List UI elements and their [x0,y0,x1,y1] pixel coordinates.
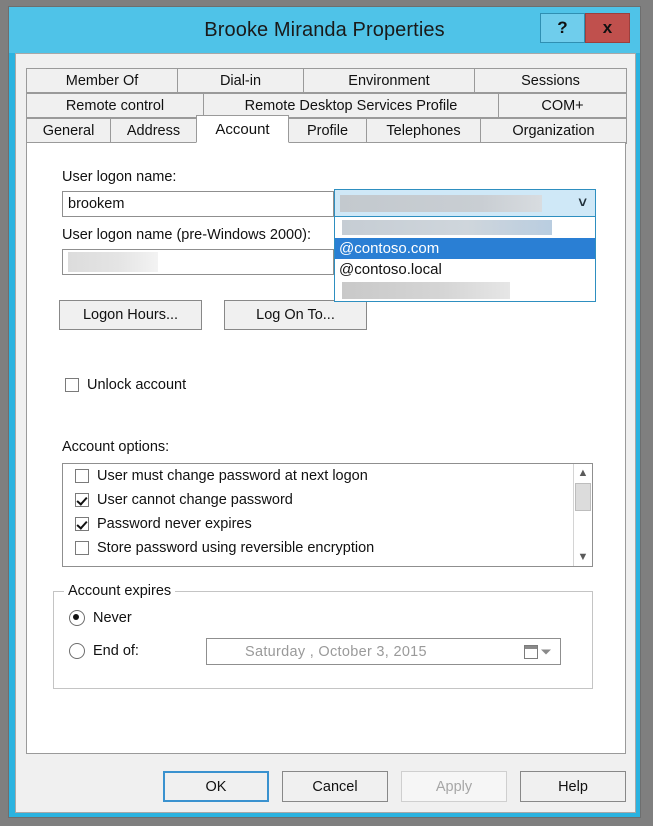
tab-profile[interactable]: Profile [288,118,367,144]
dropdown-item-redacted-1[interactable] [335,217,595,238]
scroll-down-icon[interactable]: ▼ [574,548,592,566]
checkbox-box[interactable] [75,517,89,531]
account-expires-date-picker[interactable]: Saturday , October 3, 2015 [206,638,561,665]
properties-window: Brooke Miranda Properties ? x Member Of … [8,6,641,818]
tab-strip: Member Of Dial-in Environment Sessions R… [26,68,627,144]
radio-end-of[interactable]: End of: [69,643,139,659]
tab-address[interactable]: Address [110,118,197,144]
scrollbar-thumb[interactable] [575,483,591,511]
redaction-block [68,252,158,272]
title-bar: Brooke Miranda Properties ? x [9,7,640,53]
account-options-label: Account options: [62,439,170,455]
account-options-listbox[interactable]: User must change password at next logon … [62,463,593,567]
window-title: Brooke Miranda Properties [204,18,445,41]
option-label: Password never expires [97,516,252,532]
tab-telephones[interactable]: Telephones [366,118,481,144]
client-area: Member Of Dial-in Environment Sessions R… [15,53,636,813]
never-label: Never [93,610,132,626]
tab-com-plus[interactable]: COM+ [498,93,627,118]
tab-general[interactable]: General [26,118,111,144]
dropdown-item-redacted-2[interactable] [335,280,595,301]
dropdown-arrow-icon[interactable] [541,649,551,654]
account-expires-group: Account expires Never End of: Saturday ,… [53,583,593,689]
tab-environment[interactable]: Environment [303,68,475,93]
cancel-button[interactable]: Cancel [282,771,388,802]
apply-button: Apply [401,771,507,802]
tab-remote-control[interactable]: Remote control [26,93,204,118]
tab-row-2: Remote control Remote Desktop Services P… [26,93,627,118]
redaction-block [342,220,552,235]
list-item[interactable]: User must change password at next logon [63,464,592,488]
screen: Brooke Miranda Properties ? x Member Of … [0,0,653,826]
tab-row-3: General Address Account Profile Telephon… [26,115,627,144]
checkbox-box [65,378,79,392]
redaction-block [342,282,510,299]
tab-account[interactable]: Account [196,115,289,143]
account-tab-page: User logon name: brookem ˅ @contoso.com … [26,142,626,754]
upn-suffix-selected-redacted [340,194,542,212]
user-logon-name-input[interactable]: brookem [62,191,334,217]
caption-buttons: ? x [540,13,630,43]
unlock-account-label: Unlock account [87,377,187,393]
checkbox-box[interactable] [75,541,89,555]
pre-windows-2000-label: User logon name (pre-Windows 2000): [62,227,312,243]
radio-never[interactable]: Never [69,610,132,626]
listbox-scrollbar[interactable]: ▲ ▼ [573,464,592,566]
date-value: Saturday , October 3, 2015 [245,643,427,660]
tab-member-of[interactable]: Member Of [26,68,178,93]
checkbox-box[interactable] [75,493,89,507]
option-label: User must change password at next logon [97,468,368,484]
tab-sessions[interactable]: Sessions [474,68,627,93]
help-icon[interactable]: ? [540,13,585,43]
upn-suffix-combobox[interactable]: ˅ [334,189,596,217]
user-logon-name-label: User logon name: [62,169,177,185]
end-of-label: End of: [93,643,139,659]
tab-dial-in[interactable]: Dial-in [177,68,304,93]
tab-organization[interactable]: Organization [480,118,627,144]
pre-windows-2000-input[interactable] [62,249,334,275]
option-label: User cannot change password [97,492,293,508]
scroll-up-icon[interactable]: ▲ [574,464,592,482]
account-expires-title: Account expires [64,583,176,599]
option-label: Store password using reversible encrypti… [97,540,375,556]
ok-button[interactable]: OK [163,771,269,802]
tab-row-1: Member Of Dial-in Environment Sessions [26,68,627,93]
help-button[interactable]: Help [520,771,626,802]
dropdown-item-contoso-com[interactable]: @contoso.com [335,238,595,259]
radio-button [69,610,85,626]
unlock-account-checkbox[interactable]: Unlock account [65,377,186,393]
radio-button [69,643,85,659]
logon-hours-button[interactable]: Logon Hours... [59,300,202,330]
calendar-icon [524,644,538,659]
list-item[interactable]: Password never expires [63,512,592,536]
log-on-to-button[interactable]: Log On To... [224,300,367,330]
list-item[interactable]: Store password using reversible encrypti… [63,536,592,560]
chevron-down-icon: ˅ [578,194,587,212]
list-item[interactable]: User cannot change password [63,488,592,512]
checkbox-box[interactable] [75,469,89,483]
upn-suffix-dropdown-list[interactable]: @contoso.com @contoso.local [334,217,596,302]
close-icon[interactable]: x [585,13,630,43]
dropdown-item-contoso-local[interactable]: @contoso.local [335,259,595,280]
